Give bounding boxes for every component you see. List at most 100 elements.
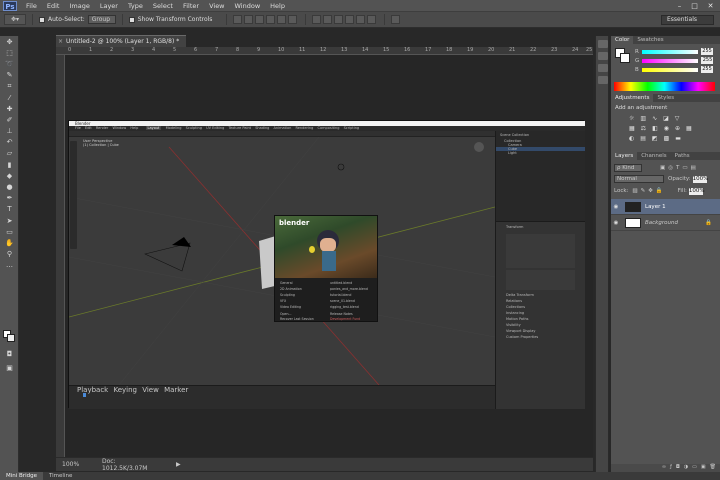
color-balance-icon[interactable]: ⚖ bbox=[641, 125, 646, 132]
distribute-left-icon[interactable] bbox=[345, 15, 355, 24]
g-slider[interactable] bbox=[642, 58, 699, 63]
add-mask-icon[interactable]: ◘ bbox=[676, 464, 680, 472]
blend-mode-dropdown[interactable]: Normal bbox=[614, 175, 664, 183]
workspace-switcher[interactable]: Essentials bbox=[661, 15, 714, 25]
tab-channels[interactable]: Channels bbox=[637, 152, 670, 160]
align-hcenter-icon[interactable] bbox=[277, 15, 287, 24]
exposure-icon[interactable]: ◪ bbox=[663, 115, 669, 122]
visibility-eye-icon[interactable]: ◉ bbox=[611, 204, 621, 210]
fill-value[interactable]: 100% bbox=[688, 187, 705, 195]
history-panel-icon[interactable] bbox=[598, 40, 608, 48]
layer-row-background[interactable]: ◉ Background 🔒 bbox=[611, 215, 720, 231]
menu-edit[interactable]: Edit bbox=[42, 2, 65, 10]
character-panel-icon[interactable] bbox=[598, 64, 608, 72]
lasso-tool-icon[interactable]: ➰ bbox=[0, 58, 19, 69]
move-tool-icon[interactable]: ✥ bbox=[0, 36, 19, 47]
show-transform-checkbox[interactable] bbox=[128, 16, 135, 23]
curves-icon[interactable]: ∿ bbox=[652, 115, 657, 122]
menu-layer[interactable]: Layer bbox=[95, 2, 123, 10]
layer-name[interactable]: Background bbox=[645, 220, 678, 226]
align-left-icon[interactable] bbox=[266, 15, 276, 24]
maximize-icon[interactable]: □ bbox=[687, 0, 702, 12]
color-lookup-icon[interactable]: ▦ bbox=[686, 125, 692, 132]
brush-tool-icon[interactable]: ✐ bbox=[0, 114, 19, 125]
brightness-icon[interactable]: ☼ bbox=[629, 115, 634, 122]
tab-swatches[interactable]: Swatches bbox=[633, 36, 667, 44]
menu-type[interactable]: Type bbox=[123, 2, 148, 10]
gradient-tool-icon[interactable]: ▮ bbox=[0, 159, 19, 170]
tab-color[interactable]: Color bbox=[611, 36, 634, 44]
invert-icon[interactable]: ◐ bbox=[629, 135, 634, 142]
filter-icons[interactable]: ▣◎T▭▤ bbox=[660, 165, 699, 171]
align-right-icon[interactable] bbox=[288, 15, 298, 24]
distribute-bottom-icon[interactable] bbox=[334, 15, 344, 24]
close-document-icon[interactable]: × bbox=[58, 36, 63, 47]
tab-paths[interactable]: Paths bbox=[671, 152, 694, 160]
new-group-icon[interactable]: ▭ bbox=[692, 464, 697, 472]
b-slider[interactable] bbox=[641, 67, 698, 72]
tab-layers[interactable]: Layers bbox=[611, 152, 638, 160]
vibrance-icon[interactable]: ▽ bbox=[675, 115, 680, 122]
crop-tool-icon[interactable]: ⌗ bbox=[0, 81, 19, 92]
move-tool-preset-icon[interactable]: ✥▾ bbox=[4, 14, 26, 25]
eyedropper-tool-icon[interactable]: ⁄ bbox=[0, 92, 19, 103]
quick-select-tool-icon[interactable]: ✎ bbox=[0, 70, 19, 81]
close-icon[interactable]: ✕ bbox=[703, 0, 718, 12]
r-value[interactable]: 255 bbox=[700, 48, 713, 55]
menu-file[interactable]: File bbox=[21, 2, 42, 10]
tab-adjustments[interactable]: Adjustments bbox=[611, 94, 654, 102]
type-tool-icon[interactable]: T bbox=[0, 204, 19, 215]
menu-select[interactable]: Select bbox=[148, 2, 178, 10]
new-layer-icon[interactable]: ▣ bbox=[701, 464, 706, 472]
background-color-swatch[interactable] bbox=[7, 334, 15, 342]
screen-mode-icon[interactable]: ▣ bbox=[0, 362, 19, 373]
auto-select-checkbox[interactable] bbox=[39, 16, 45, 23]
align-top-icon[interactable] bbox=[233, 15, 243, 24]
history-brush-tool-icon[interactable]: ↶ bbox=[0, 137, 19, 148]
auto-align-icon[interactable] bbox=[391, 15, 401, 24]
hue-saturation-icon[interactable]: ▦ bbox=[629, 125, 635, 132]
tab-timeline[interactable]: Timeline bbox=[43, 472, 78, 480]
eraser-tool-icon[interactable]: ▱ bbox=[0, 148, 19, 159]
photo-filter-icon[interactable]: ◉ bbox=[664, 125, 669, 132]
dodge-tool-icon[interactable]: ● bbox=[0, 181, 19, 192]
lock-icons[interactable]: ▨✎✥🔒 bbox=[632, 188, 665, 194]
menu-image[interactable]: Image bbox=[64, 2, 94, 10]
hand-tool-icon[interactable]: ✋ bbox=[0, 237, 19, 248]
pen-tool-icon[interactable]: ✒ bbox=[0, 193, 19, 204]
zoom-tool-icon[interactable]: ⚲ bbox=[0, 249, 19, 260]
properties-panel-icon[interactable] bbox=[598, 52, 608, 60]
menu-filter[interactable]: Filter bbox=[178, 2, 204, 10]
levels-icon[interactable]: ▥ bbox=[640, 115, 646, 122]
channel-mixer-icon[interactable]: ⊕ bbox=[675, 125, 680, 132]
r-slider[interactable] bbox=[641, 49, 698, 54]
color-bg-swatch[interactable] bbox=[620, 53, 630, 63]
status-menu-arrow-icon[interactable]: ▶ bbox=[176, 461, 181, 468]
clone-stamp-tool-icon[interactable]: ⊥ bbox=[0, 126, 19, 137]
color-spectrum[interactable] bbox=[614, 82, 715, 91]
opacity-value[interactable]: 100% bbox=[692, 175, 708, 183]
document-tab[interactable]: × Untitled-2 @ 100% (Layer 1, RGB/8) * bbox=[56, 35, 186, 47]
new-adjustment-icon[interactable]: ◑ bbox=[684, 464, 688, 472]
tab-styles[interactable]: Styles bbox=[653, 94, 678, 102]
gradient-map-icon[interactable]: ▬ bbox=[675, 135, 681, 142]
distribute-right-icon[interactable] bbox=[367, 15, 377, 24]
menu-help[interactable]: Help bbox=[265, 2, 290, 10]
distribute-top-icon[interactable] bbox=[312, 15, 322, 24]
posterize-icon[interactable]: ▤ bbox=[640, 135, 646, 142]
extra-tools-icon[interactable]: … bbox=[0, 260, 19, 271]
distribute-vcenter-icon[interactable] bbox=[323, 15, 333, 24]
blur-tool-icon[interactable]: ◆ bbox=[0, 170, 19, 181]
tab-mini-bridge[interactable]: Mini Bridge bbox=[0, 472, 43, 480]
visibility-eye-icon[interactable]: ◉ bbox=[611, 220, 621, 226]
kind-filter-dropdown[interactable]: ρ Kind bbox=[614, 163, 642, 172]
link-layers-icon[interactable]: ∞ bbox=[662, 464, 666, 472]
black-white-icon[interactable]: ◧ bbox=[652, 125, 658, 132]
marquee-tool-icon[interactable]: ⬚ bbox=[0, 47, 19, 58]
auto-select-dropdown[interactable]: Group bbox=[87, 15, 116, 24]
minimize-icon[interactable]: – bbox=[672, 0, 687, 12]
b-value[interactable]: 255 bbox=[700, 66, 713, 73]
menu-window[interactable]: Window bbox=[230, 2, 266, 10]
paragraph-panel-icon[interactable] bbox=[598, 76, 608, 84]
layer-name[interactable]: Layer 1 bbox=[645, 204, 666, 210]
